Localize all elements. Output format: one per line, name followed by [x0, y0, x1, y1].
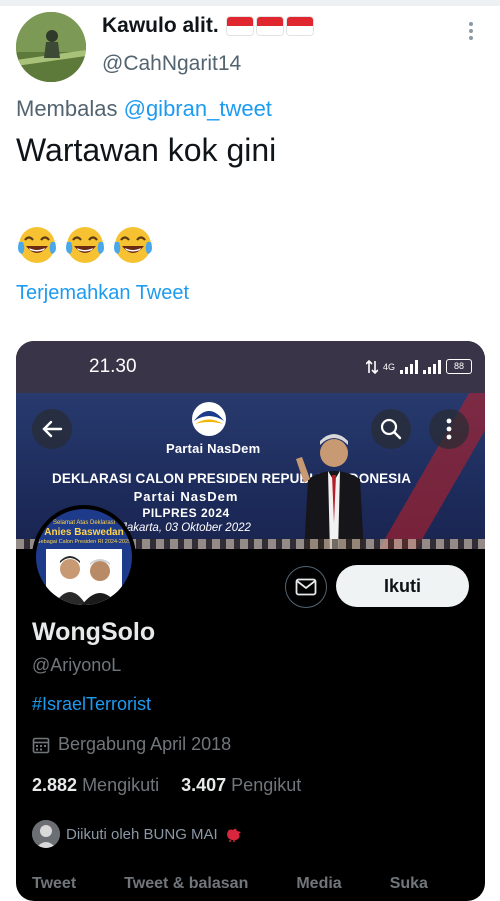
profile-name: WongSolo	[32, 618, 156, 646]
joined-date-text: Bergabung April 2018	[58, 734, 232, 754]
profile-stats: 2.882 Mengikuti 3.407 Pengikut	[32, 775, 301, 796]
signal-strength-2-icon	[423, 359, 442, 374]
top-divider	[0, 0, 500, 6]
overflow-menu-icon[interactable]	[429, 409, 469, 449]
followers-label: Pengikut	[231, 775, 302, 795]
tears-of-joy-emoji-icon	[114, 227, 152, 263]
profile-avatar[interactable]: Selamat Atas Deklarasi Anies Baswedan Se…	[32, 505, 136, 609]
reply-mention-link[interactable]: @gibran_tweet	[124, 96, 272, 121]
tears-of-joy-emoji-icon	[18, 227, 56, 263]
signal-strength-icon	[400, 359, 419, 374]
search-icon[interactable]	[371, 409, 411, 449]
message-button[interactable]	[285, 566, 327, 608]
author-avatar[interactable]	[16, 12, 86, 82]
profile-bio-hashtag[interactable]: #IsraelTerrorist	[32, 694, 151, 715]
following-stat[interactable]: 2.882 Mengikuti	[32, 775, 159, 796]
tab-media[interactable]: Media	[296, 875, 341, 893]
following-label: Mengikuti	[82, 775, 160, 795]
battery-icon: 88	[446, 359, 473, 374]
attached-screenshot-image[interactable]: 21.30 4G 88 Partai NasDem DEKLARASI CALO…	[16, 341, 485, 901]
profile-joined: Bergabung April 2018	[32, 734, 231, 755]
nasdem-logo-icon	[192, 402, 226, 436]
phone-status-bar: 21.30 4G 88	[16, 341, 485, 393]
tab-tweets[interactable]: Tweet	[32, 875, 76, 893]
more-options-icon[interactable]	[468, 22, 474, 40]
emoji-row	[16, 224, 154, 266]
reply-prefix: Membalas	[16, 96, 118, 121]
avatar-name: Anies Baswedan	[44, 527, 124, 538]
followers-count: 3.407	[181, 775, 227, 795]
back-arrow-icon[interactable]	[32, 409, 72, 449]
avatar-tagline-bottom: Sebagai Calon Presiden RI 2024-2029	[36, 539, 132, 545]
tweet-text: Wartawan kok gini	[16, 132, 277, 168]
status-time: 21.30	[89, 356, 137, 377]
avatar-tagline-top: Selamat Atas Deklarasi	[52, 520, 116, 526]
followed-by-text: Diikuti oleh BUNG MAI	[66, 825, 218, 843]
tears-of-joy-emoji-icon	[66, 227, 104, 263]
tab-tweets-replies[interactable]: Tweet & balasan	[124, 875, 248, 893]
follower-mini-avatar	[32, 820, 60, 848]
profile-tabs: Tweet Tweet & balasan Media Suka	[32, 875, 428, 893]
avatar-faces-photo	[46, 549, 122, 605]
followed-by[interactable]: Diikuti oleh BUNG MAI	[32, 820, 244, 848]
reply-context: Membalas @gibran_tweet	[16, 96, 272, 122]
envelope-icon	[295, 578, 317, 596]
banner-person-photo	[296, 434, 364, 549]
translate-tweet-link[interactable]: Terjemahkan Tweet	[16, 282, 189, 305]
follow-button[interactable]: Ikuti	[336, 565, 469, 607]
author-display-name[interactable]: Kawulo alit.	[102, 14, 219, 38]
tab-likes[interactable]: Suka	[390, 875, 428, 893]
followers-stat[interactable]: 3.407 Pengikut	[181, 775, 301, 796]
author-handle[interactable]: @CahNgarit14	[102, 52, 241, 76]
following-count: 2.882	[32, 775, 78, 795]
rooster-emoji-icon	[226, 828, 241, 842]
data-transfer-icon	[366, 359, 378, 374]
network-type-label: 4G	[383, 361, 396, 372]
profile-handle: @AriyonoL	[32, 655, 122, 675]
calendar-icon	[32, 737, 50, 753]
indonesia-flags-icon	[226, 17, 313, 35]
banner-party-logo-text: Partai NasDem	[166, 441, 261, 456]
